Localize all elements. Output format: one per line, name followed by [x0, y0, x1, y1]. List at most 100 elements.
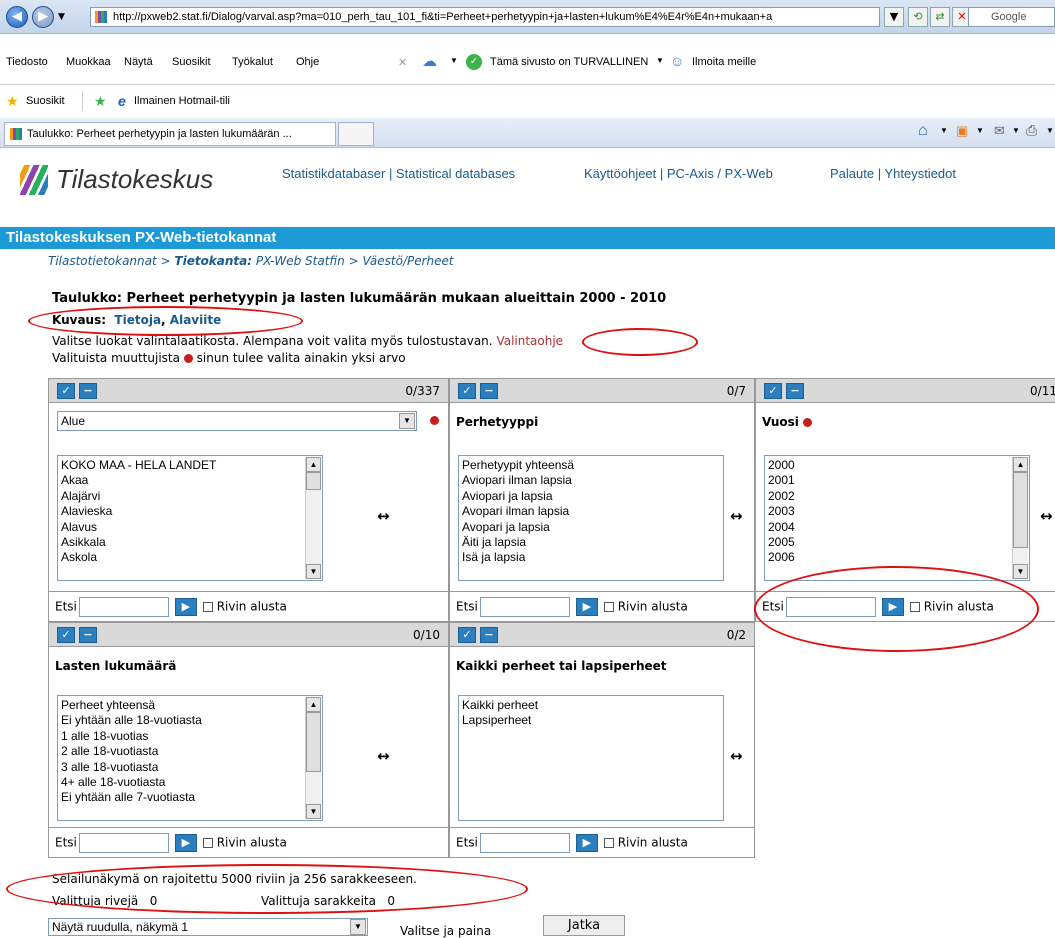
list-item[interactable]: 4+ alle 18-vuotiasta: [61, 775, 319, 790]
list-item[interactable]: Akaa: [61, 473, 319, 488]
list-item[interactable]: 2006: [768, 550, 1026, 565]
history-dropdown-icon[interactable]: ▼: [58, 12, 65, 22]
list-item[interactable]: 2003: [768, 504, 1026, 519]
list-item[interactable]: Alavieska: [61, 504, 319, 519]
deselect-all-icon[interactable]: −: [786, 383, 804, 399]
checkbox[interactable]: [603, 602, 614, 612]
deselect-all-icon[interactable]: −: [480, 627, 498, 643]
list-item[interactable]: 3 alle 18-vuotiasta: [61, 760, 319, 775]
menu-tools[interactable]: Työkalut: [232, 56, 273, 68]
menu-view[interactable]: Näytä: [124, 56, 153, 68]
output-select[interactable]: Näytä ruudulla, näkymä 1 ▼: [48, 918, 368, 936]
menu-help[interactable]: Ohje: [296, 56, 319, 68]
scroll-down-icon[interactable]: ▼: [1013, 564, 1028, 579]
search-go-icon[interactable]: ▶: [575, 598, 598, 616]
menu-favorites[interactable]: Suosikit: [172, 56, 211, 68]
swap-icon[interactable]: ↔: [730, 507, 743, 525]
lasten-listbox[interactable]: Perheet yhteensä Ei yhtään alle 18-vuoti…: [57, 695, 323, 821]
checkbox[interactable]: [603, 838, 614, 848]
list-item[interactable]: Perheet yhteensä: [61, 698, 319, 713]
list-item[interactable]: Äiti ja lapsia: [462, 535, 720, 550]
list-item[interactable]: Perhetyypit yhteensä: [462, 458, 720, 473]
forward-button[interactable]: ▶: [32, 6, 54, 28]
list-item[interactable]: Avopari ilman lapsia: [462, 504, 720, 519]
security-status[interactable]: Tämä sivusto on TURVALLINEN: [490, 56, 648, 68]
select-all-icon[interactable]: ✓: [764, 383, 782, 399]
url-field[interactable]: http://pxweb2.stat.fi/Dialog/varval.asp?…: [90, 7, 880, 27]
close-toolbar-icon[interactable]: ✕: [398, 56, 407, 69]
antivirus-icon[interactable]: ☁: [422, 52, 437, 70]
hotmail-link[interactable]: Ilmainen Hotmail-tili: [134, 95, 230, 107]
scroll-up-icon[interactable]: ▲: [306, 697, 321, 712]
scroll-down-icon[interactable]: ▼: [306, 804, 321, 819]
deselect-all-icon[interactable]: −: [79, 383, 97, 399]
list-item[interactable]: Alavus: [61, 520, 319, 535]
swap-icon[interactable]: ↔: [1040, 507, 1053, 525]
breadcrumb-home[interactable]: Tilastotietokannat: [48, 254, 157, 268]
link-feedback[interactable]: Palaute | Yhteystiedot: [830, 166, 956, 181]
security-dropdown-icon[interactable]: ▼: [656, 56, 664, 65]
list-item[interactable]: 2001: [768, 473, 1026, 488]
scroll-up-icon[interactable]: ▲: [306, 457, 321, 472]
select-all-icon[interactable]: ✓: [57, 627, 75, 643]
print-dropdown-icon[interactable]: ▼: [1046, 126, 1054, 135]
search-input[interactable]: [479, 597, 570, 617]
list-item[interactable]: KOKO MAA - HELA LANDET: [61, 458, 319, 473]
list-item[interactable]: Askola: [61, 550, 319, 565]
url-dropdown-icon[interactable]: ▼: [884, 7, 904, 27]
list-item[interactable]: 2004: [768, 520, 1026, 535]
list-item[interactable]: Lapsiperheet: [462, 713, 720, 728]
continue-button[interactable]: Jatka: [543, 915, 625, 936]
search-go-icon[interactable]: ▶: [881, 598, 904, 616]
list-item[interactable]: Isä ja lapsia: [462, 550, 720, 565]
swap-icon[interactable]: ↔: [377, 747, 390, 765]
select-all-icon[interactable]: ✓: [458, 627, 476, 643]
select-all-icon[interactable]: ✓: [458, 383, 476, 399]
add-favorite-icon[interactable]: ★: [94, 93, 107, 110]
home-icon[interactable]: ⌂: [918, 122, 928, 140]
scrollbar[interactable]: ▲ ▼: [305, 697, 321, 819]
home-dropdown-icon[interactable]: ▼: [940, 126, 948, 135]
menu-edit[interactable]: Muokkaa: [66, 56, 111, 68]
compat-view-icon[interactable]: ⟲: [908, 7, 928, 27]
chevron-down-icon[interactable]: ▼: [350, 919, 366, 935]
list-item[interactable]: Ei yhtään alle 7-vuotiasta: [61, 790, 319, 805]
scrollbar[interactable]: ▲ ▼: [1012, 457, 1028, 579]
breadcrumb-subject[interactable]: Väestö/Perheet: [362, 254, 453, 268]
breadcrumb-db[interactable]: PX-Web Statfin: [256, 254, 345, 268]
checkbox[interactable]: [909, 602, 920, 612]
list-item[interactable]: 2000: [768, 458, 1026, 473]
vuosi-listbox[interactable]: 2000 2001 2002 2003 2004 2005 2006 ▲ ▼: [764, 455, 1030, 581]
back-button[interactable]: ◀: [6, 6, 28, 28]
search-go-icon[interactable]: ▶: [174, 834, 197, 852]
refresh-icon[interactable]: ⇄: [930, 7, 950, 27]
print-icon[interactable]: ⎙: [1026, 122, 1037, 139]
list-item[interactable]: 2002: [768, 489, 1026, 504]
new-tab-button[interactable]: [338, 122, 374, 146]
checkbox[interactable]: [202, 602, 213, 612]
search-go-icon[interactable]: ▶: [174, 598, 197, 616]
favorites-button[interactable]: Suosikit: [26, 95, 65, 107]
scroll-thumb[interactable]: [1013, 472, 1028, 548]
list-item[interactable]: 2 alle 18-vuotiasta: [61, 744, 319, 759]
site-logo[interactable]: Tilastokeskus: [20, 164, 213, 195]
deselect-all-icon[interactable]: −: [79, 627, 97, 643]
search-input[interactable]: [78, 833, 169, 853]
search-field[interactable]: Google: [968, 7, 1055, 27]
tab-active[interactable]: Taulukko: Perheet perhetyypin ja lasten …: [4, 122, 336, 146]
selection-guide-link[interactable]: Valintaohje: [496, 334, 563, 348]
scroll-thumb[interactable]: [306, 472, 321, 490]
search-input[interactable]: [479, 833, 570, 853]
list-item[interactable]: 1 alle 18-vuotias: [61, 729, 319, 744]
feeds-icon[interactable]: ▣: [956, 123, 968, 139]
alue-select[interactable]: Alue ▼: [57, 411, 417, 431]
search-go-icon[interactable]: ▶: [575, 834, 598, 852]
search-input[interactable]: [78, 597, 169, 617]
swap-icon[interactable]: ↔: [377, 507, 390, 525]
list-item[interactable]: Alajärvi: [61, 489, 319, 504]
deselect-all-icon[interactable]: −: [480, 383, 498, 399]
list-item[interactable]: Ei yhtään alle 18-vuotiasta: [61, 713, 319, 728]
kaikki-listbox[interactable]: Kaikki perheet Lapsiperheet: [458, 695, 724, 821]
menu-file[interactable]: Tiedosto: [6, 56, 48, 68]
scrollbar[interactable]: ▲ ▼: [305, 457, 321, 579]
